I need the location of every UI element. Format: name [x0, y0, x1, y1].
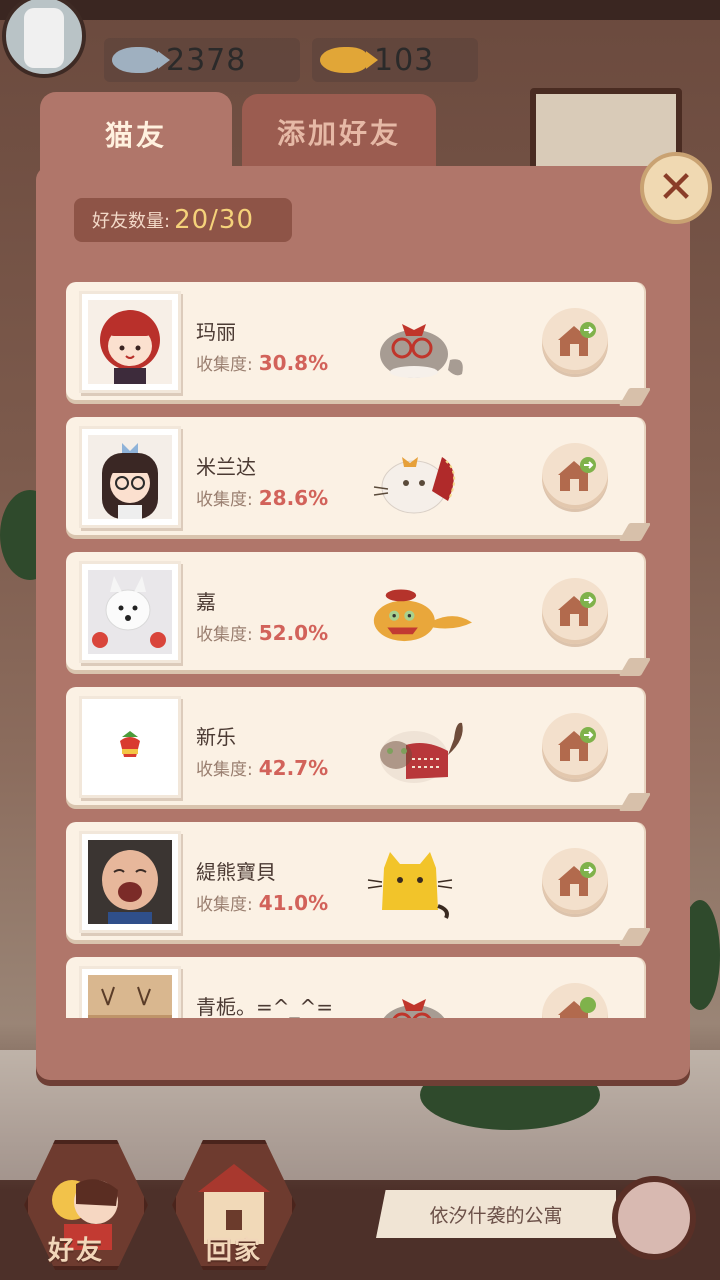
- visit-home-icon: [558, 862, 596, 896]
- friend-name: 嘉: [196, 590, 216, 614]
- collection-label: 收集度:: [196, 895, 253, 915]
- visit-home-button[interactable]: [542, 578, 608, 644]
- yellow-cat: [367, 852, 453, 919]
- collection-progress: 收集度: 41.0%: [196, 890, 328, 915]
- collection-label: 收集度:: [196, 760, 253, 780]
- collection-progress: 收集度: 30.8%: [196, 350, 328, 375]
- friend-name: 青栀。=^_^=: [196, 995, 334, 1018]
- visit-home-icon: [558, 997, 596, 1018]
- visit-home-icon: [558, 457, 596, 491]
- collection-percent: 41.0%: [258, 891, 329, 915]
- silver-fish-icon: [112, 47, 170, 73]
- tab-add-friend[interactable]: 添加好友: [242, 94, 436, 170]
- friend-name: 緹熊寶貝: [196, 860, 276, 884]
- friend-avatar[interactable]: [82, 429, 178, 525]
- nav-home-label: 回家: [206, 1236, 263, 1266]
- card-corner-fold: [618, 523, 650, 541]
- friend-list[interactable]: 玛丽 收集度: 30.8% 米兰达 收集度: 28.6% 嘉 收集度: 52.0…: [62, 282, 650, 1018]
- collection-percent: 30.8%: [258, 351, 329, 375]
- friend-count-label: 好友数量:: [92, 211, 171, 232]
- card-corner-fold: [618, 388, 650, 406]
- gray-cat-with-bow-and-glasses: [383, 999, 445, 1018]
- orange-fluffy-cat-with-beret: [373, 589, 472, 642]
- friend-card[interactable]: 緹熊寶貝 收集度: 41.0%: [66, 822, 650, 946]
- collection-label: 收集度:: [196, 490, 253, 510]
- nav-friends-label: 好友: [48, 1236, 105, 1266]
- collection-progress: 收集度: 28.6%: [196, 485, 328, 510]
- visit-home-button[interactable]: [542, 713, 608, 779]
- red-hair-maid-avatar: [88, 300, 172, 384]
- friend-name: 玛丽: [196, 320, 236, 344]
- collection-label: 收集度:: [196, 355, 253, 375]
- visit-home-icon: [558, 727, 596, 761]
- friend-avatar[interactable]: [82, 564, 178, 660]
- friend-avatar[interactable]: [82, 969, 178, 1018]
- silver-fish-counter: 2378: [104, 38, 300, 82]
- collection-label: 收集度:: [196, 625, 253, 645]
- deer-photo-avatar: [88, 975, 172, 1018]
- gold-fish-counter: 103: [312, 38, 478, 82]
- collection-progress: 收集度: 52.0%: [196, 620, 328, 645]
- close-icon: ✕: [657, 162, 695, 213]
- card-corner-fold: [618, 793, 650, 811]
- laughing-baby-photo-avatar: [88, 840, 172, 924]
- card-corner-fold: [618, 658, 650, 676]
- visit-home-icon: [558, 322, 596, 356]
- tab-cat-friends[interactable]: 猫友: [40, 92, 232, 176]
- friend-card[interactable]: 嘉 收集度: 52.0%: [66, 552, 650, 676]
- collection-progress: 收集度: 42.7%: [196, 755, 328, 780]
- friend-count-value: 20/30: [174, 205, 255, 235]
- friend-avatar[interactable]: [82, 699, 178, 795]
- gold-fish-value: 103: [374, 42, 435, 78]
- collection-percent: 52.0%: [258, 621, 329, 645]
- friend-card[interactable]: 青栀。=^_^= 收集度:: [66, 957, 644, 1018]
- silver-fish-value: 2378: [166, 42, 247, 78]
- visit-home-button[interactable]: [542, 308, 608, 374]
- friend-avatar[interactable]: [82, 834, 178, 930]
- close-button[interactable]: ✕: [640, 152, 712, 224]
- collection-percent: 28.6%: [258, 486, 329, 510]
- friend-card[interactable]: 玛丽 收集度: 30.8%: [66, 282, 650, 406]
- apartment-name-bar[interactable]: 依汐什袭的公寓: [376, 1190, 616, 1238]
- strawberry-icon-avatar: [88, 705, 172, 789]
- friend-card[interactable]: 新乐 收集度: 42.7%: [66, 687, 650, 811]
- friend-count-badge: 好友数量: 20/30: [74, 198, 292, 242]
- girl-with-glasses-avatar: [88, 435, 172, 519]
- collection-percent: 42.7%: [258, 756, 329, 780]
- profile-round-button[interactable]: [612, 1176, 696, 1260]
- card-corner-fold: [618, 928, 650, 946]
- gold-fish-icon: [320, 47, 378, 73]
- visit-home-button[interactable]: [542, 983, 608, 1018]
- friend-name: 米兰达: [196, 455, 256, 479]
- siamese-cat-in-sweater: [380, 722, 463, 783]
- visit-home-button[interactable]: [542, 848, 608, 914]
- white-cat-with-bonnet: [373, 457, 456, 514]
- friend-card[interactable]: 米兰达 收集度: 28.6%: [66, 417, 650, 541]
- friend-avatar[interactable]: [82, 294, 178, 390]
- gray-cat-with-bow-and-glasses: [380, 324, 463, 378]
- friend-name: 新乐: [196, 725, 236, 749]
- visit-home-icon: [558, 592, 596, 626]
- apartment-name: 依汐什袭的公寓: [429, 1204, 563, 1227]
- white-puppy-photo-avatar: [88, 570, 172, 654]
- visit-home-button[interactable]: [542, 443, 608, 509]
